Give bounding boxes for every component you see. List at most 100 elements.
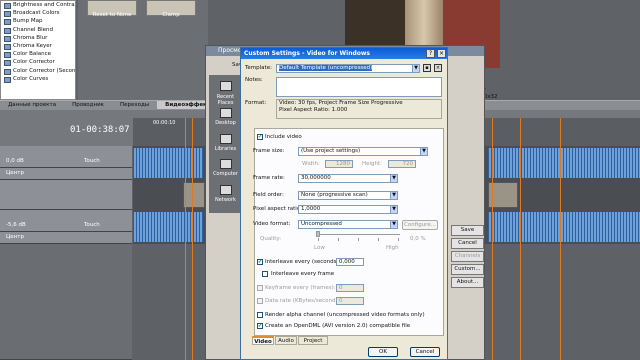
chevron-down-icon[interactable]: ▼	[390, 175, 397, 182]
video-clip[interactable]	[183, 182, 205, 208]
cancel-button[interactable]: Cancel	[410, 347, 440, 357]
field-order-select[interactable]: None (progressive scan) ▼	[298, 191, 398, 200]
empty-track-area	[0, 244, 132, 360]
delete-template-icon[interactable]: ×	[434, 64, 442, 72]
about-button[interactable]: About...	[451, 277, 484, 288]
interleave-frame-checkbox[interactable]	[262, 271, 268, 277]
keyframe-label: Keyframe every (frames):	[265, 285, 336, 291]
pan-label: Центр	[6, 170, 24, 176]
interleave-seconds-checkbox[interactable]: ✔	[257, 259, 263, 265]
track-touch[interactable]: Touch	[84, 222, 100, 228]
pan-label: Центр	[6, 234, 24, 240]
pixel-aspect-select[interactable]: 1,0000 ▼	[298, 205, 398, 214]
nav-recent[interactable]: Recent Places	[209, 94, 242, 106]
recent-places-icon[interactable]	[220, 81, 232, 91]
template-select[interactable]: Default Template (uncompressed) ▼	[276, 64, 420, 73]
audio-track-header-2[interactable]: -5,6 dB Touch	[0, 210, 132, 232]
save-template-icon[interactable]: ▪	[423, 64, 431, 72]
effect-item[interactable]: Bump Map	[1, 17, 75, 26]
configure-button[interactable]: Configure...	[402, 220, 438, 230]
interleave-seconds-field[interactable]: 0,000	[336, 258, 364, 266]
chevron-down-icon[interactable]: ▼	[412, 65, 419, 72]
cancel-button[interactable]: Cancel	[451, 238, 484, 249]
chevron-down-icon[interactable]: ▼	[390, 206, 397, 213]
chevron-down-icon[interactable]: ▼	[420, 148, 427, 155]
ruler-label: 00:00:10	[153, 120, 176, 126]
chevron-down-icon[interactable]: ▼	[390, 192, 397, 199]
opendml-label: Create an OpenDML (AVI version 2.0) comp…	[265, 323, 411, 329]
nav-libraries[interactable]: Libraries	[209, 146, 242, 152]
nav-computer[interactable]: Computer	[209, 171, 242, 177]
effect-item[interactable]: Color Corrector	[1, 58, 75, 67]
notes-field[interactable]	[276, 77, 442, 97]
effect-item[interactable]: Channel Blend	[1, 26, 75, 34]
chevron-down-icon[interactable]: ▼	[390, 221, 397, 228]
track-pan-2[interactable]: Центр	[0, 232, 132, 244]
format-line: Pixel Aspect Ratio: 1.000	[279, 107, 348, 113]
effect-item[interactable]: Brightness and Contrast	[1, 1, 75, 10]
effect-item[interactable]: Broadcast Colors	[1, 9, 75, 18]
close-icon[interactable]: ×	[437, 49, 446, 58]
libraries-icon[interactable]	[220, 134, 232, 144]
help-icon[interactable]: ?	[426, 49, 435, 58]
computer-icon[interactable]	[220, 159, 232, 169]
track-level: 0,0 dB	[6, 158, 24, 164]
nav-desktop[interactable]: Desktop	[209, 120, 242, 126]
template-label: Template:	[245, 65, 272, 71]
format-summary: Video: 30 fps, Project Frame Size Progre…	[276, 99, 442, 119]
effect-presets-panel: Reset to None Clamp	[78, 0, 208, 100]
channels-button[interactable]: Channels	[451, 251, 484, 262]
tab-project[interactable]: Project	[298, 336, 328, 345]
width-field[interactable]: 1280	[325, 160, 353, 168]
tab-video[interactable]: Video	[252, 336, 274, 345]
effects-list[interactable]: Brightness and Contrast Broadcast Colors…	[0, 0, 76, 100]
render-alpha-checkbox[interactable]	[257, 312, 263, 318]
tab-audio[interactable]: Audio	[275, 336, 297, 345]
video-format-label: Video format:	[253, 221, 291, 227]
save-button[interactable]: Save	[451, 225, 484, 236]
timecode-display: 01-00:38:07	[70, 125, 130, 135]
effect-item[interactable]: Chroma Blur	[1, 34, 75, 42]
effect-item[interactable]: Chroma Keyer	[1, 42, 75, 51]
include-video-checkbox[interactable]: ✔	[257, 134, 263, 140]
quality-value: 0,0 %	[410, 236, 426, 242]
track-pan[interactable]: Центр	[0, 168, 132, 180]
frame-size-value: (Use project settings)	[301, 148, 361, 154]
video-format-select[interactable]: Uncompressed ▼	[298, 220, 398, 229]
frame-rate-value: 30,000000	[301, 175, 331, 181]
format-label: Format:	[245, 100, 267, 106]
effect-item[interactable]: Color Balance	[1, 50, 75, 59]
audio-clip[interactable]	[488, 148, 640, 178]
datarate-field[interactable]: 0	[336, 297, 364, 305]
marker-line	[185, 118, 186, 360]
tab-project-media[interactable]: Данные проекта	[0, 101, 64, 109]
ok-button[interactable]: OK	[368, 347, 398, 357]
slider-tick	[378, 238, 379, 241]
quality-slider-handle[interactable]	[316, 231, 320, 237]
frame-rate-select[interactable]: 30,000000 ▼	[298, 174, 398, 183]
network-icon[interactable]	[220, 185, 232, 195]
frame-size-select[interactable]: (Use project settings) ▼	[298, 147, 428, 156]
height-field[interactable]: 720	[388, 160, 416, 168]
effect-item[interactable]: Color Curves	[1, 75, 75, 83]
keyframe-checkbox[interactable]	[257, 285, 263, 291]
audio-track-header[interactable]: 0,0 dB Touch	[0, 146, 132, 168]
pixel-aspect-value: 1,0000	[301, 206, 321, 212]
quality-slider[interactable]	[318, 234, 400, 235]
opendml-checkbox[interactable]: ✔	[257, 323, 263, 329]
template-value: Default Template (uncompressed)	[279, 65, 373, 71]
nav-network[interactable]: Network	[209, 197, 242, 203]
keyframe-field[interactable]: 0	[336, 284, 364, 292]
quality-label: Quality:	[260, 236, 282, 242]
slider-tick	[338, 238, 339, 241]
tab-transitions[interactable]: Переходы	[112, 101, 157, 109]
tab-explorer[interactable]: Проводник	[64, 101, 112, 109]
datarate-checkbox[interactable]	[257, 298, 263, 304]
desktop-icon[interactable]	[220, 108, 232, 118]
effect-item[interactable]: Color Corrector (Secondary)	[1, 67, 75, 75]
video-track-header[interactable]	[0, 180, 132, 210]
custom-button[interactable]: Custom...	[451, 264, 484, 275]
format-line: Video: 30 fps, Project Frame Size Progre…	[279, 100, 403, 106]
audio-clip[interactable]	[488, 212, 640, 242]
track-touch[interactable]: Touch	[84, 158, 100, 164]
